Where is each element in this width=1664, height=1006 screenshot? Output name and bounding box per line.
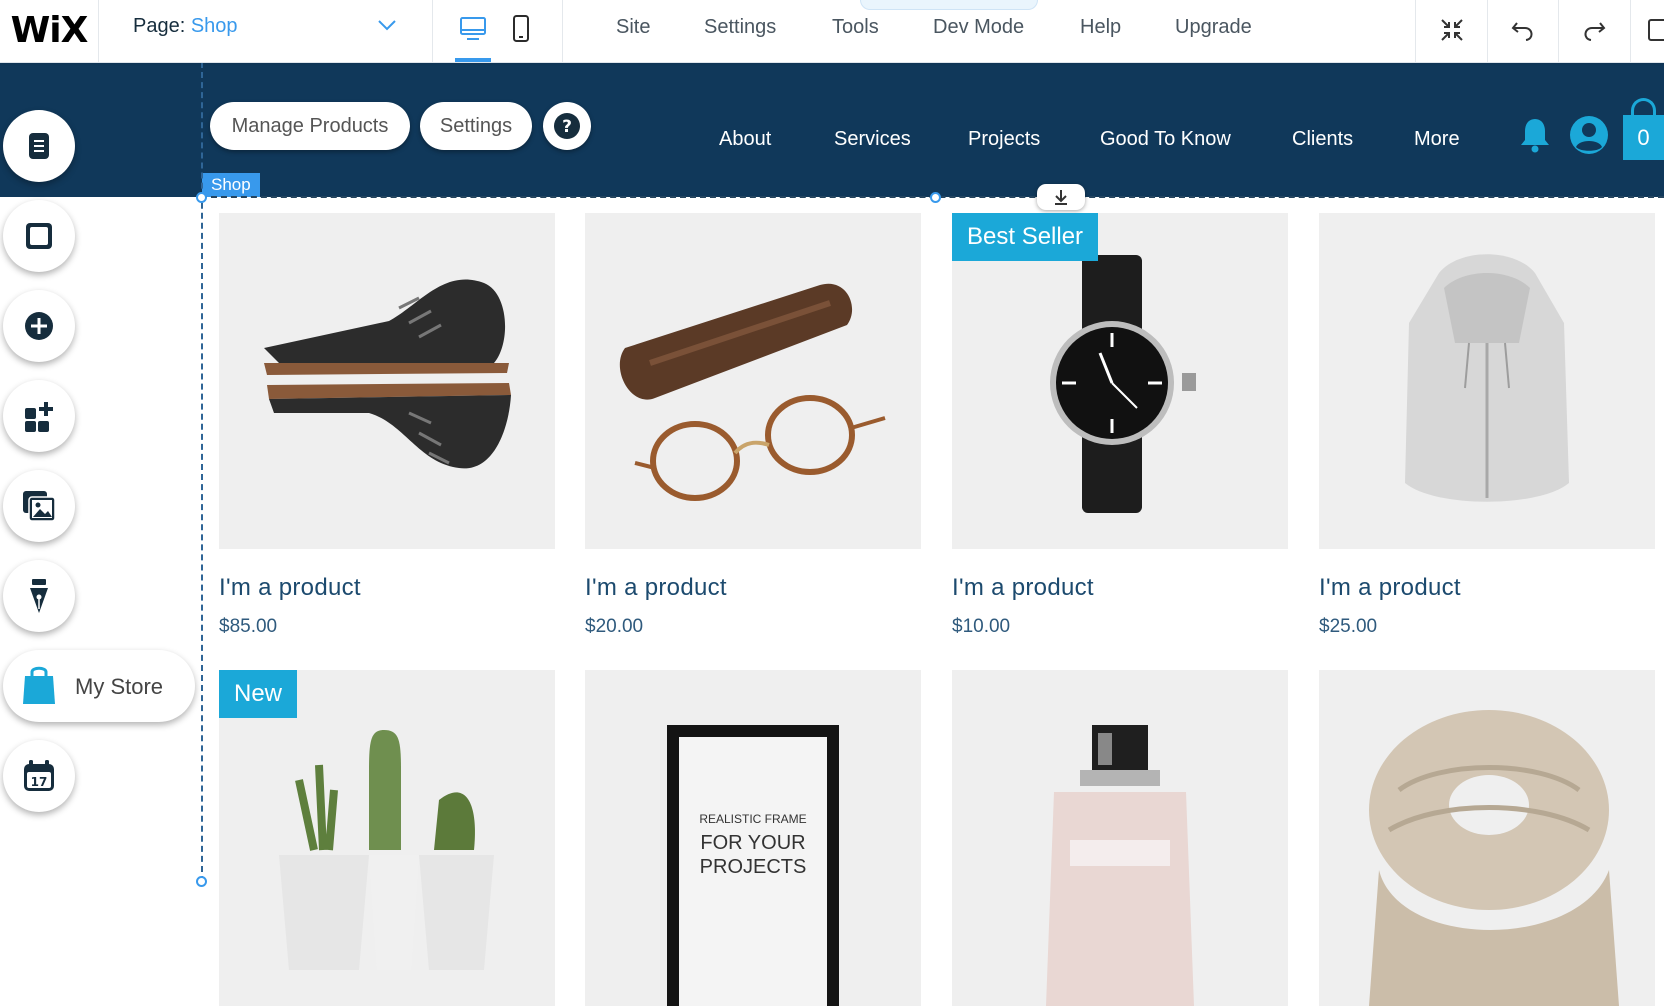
hoodie-illustration bbox=[1405, 254, 1569, 502]
nav-more[interactable]: More bbox=[1414, 128, 1460, 151]
product-image-hoodie[interactable] bbox=[1319, 213, 1655, 549]
frame-text-line: PROJECTS bbox=[699, 856, 807, 878]
frame-text-line: FOR YOUR bbox=[700, 832, 806, 854]
divider bbox=[562, 0, 563, 62]
nav-about[interactable]: About bbox=[719, 128, 771, 151]
menu-settings[interactable]: Settings bbox=[704, 16, 776, 39]
chevron-down-icon[interactable] bbox=[376, 14, 398, 36]
product-name[interactable]: I'm a product bbox=[952, 574, 1094, 602]
product-ribbon: Best Seller bbox=[952, 213, 1099, 261]
pages-icon bbox=[29, 133, 49, 159]
product-image-boots[interactable] bbox=[219, 213, 555, 549]
blog-button[interactable] bbox=[3, 560, 75, 632]
section-label-shop[interactable]: Shop bbox=[202, 173, 260, 197]
cart-button[interactable]: 0 bbox=[1623, 115, 1664, 160]
download-icon bbox=[1055, 190, 1067, 205]
product-image-scarf[interactable] bbox=[1319, 670, 1655, 1006]
watch-illustration bbox=[1050, 255, 1196, 513]
product-image-glasses[interactable] bbox=[585, 213, 921, 549]
scarf-illustration bbox=[1369, 710, 1619, 1006]
product-price: $20.00 bbox=[585, 616, 644, 637]
divider bbox=[98, 0, 99, 62]
my-store-button[interactable]: My Store bbox=[3, 650, 195, 722]
background-icon bbox=[26, 223, 52, 249]
active-device-indicator bbox=[455, 58, 491, 62]
bookings-button[interactable]: 17 bbox=[3, 740, 75, 812]
divider bbox=[1630, 0, 1631, 62]
zoom-out-icon[interactable] bbox=[1435, 13, 1469, 47]
mobile-icon[interactable] bbox=[504, 12, 538, 46]
redo-icon[interactable] bbox=[1577, 13, 1611, 47]
undo-icon[interactable] bbox=[1506, 13, 1540, 47]
nav-good-to-know[interactable]: Good To Know bbox=[1100, 128, 1231, 151]
editor-top-bar: WiX Page: Shop Site Settings Tools Dev M… bbox=[0, 0, 1664, 63]
add-apps-button[interactable] bbox=[3, 380, 75, 452]
menu-tools[interactable]: Tools bbox=[832, 16, 879, 39]
page-selector[interactable]: Page: Shop bbox=[133, 15, 238, 38]
background-button[interactable] bbox=[3, 200, 75, 272]
frame-text: REALISTIC FRAME FOR YOUR PROJECTS bbox=[681, 807, 825, 879]
header-drag-tab[interactable] bbox=[1037, 184, 1085, 210]
product-name[interactable]: I'm a product bbox=[219, 574, 361, 602]
product-image-cactus[interactable]: New bbox=[219, 670, 555, 1006]
product-name[interactable]: I'm a product bbox=[1319, 574, 1461, 602]
menu-site[interactable]: Site bbox=[616, 16, 650, 39]
account-icon[interactable] bbox=[1568, 114, 1610, 156]
perfume-illustration bbox=[1046, 725, 1194, 1006]
svg-text:17: 17 bbox=[31, 775, 48, 789]
product-price: $10.00 bbox=[952, 616, 1011, 637]
add-icon bbox=[25, 312, 53, 340]
manage-products-button[interactable]: Manage Products bbox=[210, 102, 410, 150]
divider bbox=[1415, 0, 1416, 62]
svg-text:?: ? bbox=[562, 117, 572, 137]
desktop-icon[interactable] bbox=[456, 12, 490, 46]
menu-upgrade[interactable]: Upgrade bbox=[1175, 16, 1252, 39]
divider bbox=[1558, 0, 1559, 62]
nav-clients[interactable]: Clients bbox=[1292, 128, 1353, 151]
page-label: Page: bbox=[133, 15, 186, 37]
product-image-watch[interactable]: Best Seller bbox=[952, 213, 1288, 549]
product-price: $25.00 bbox=[1319, 616, 1378, 637]
preview-icon[interactable] bbox=[1645, 13, 1664, 47]
cactus-illustration bbox=[279, 730, 494, 970]
calendar-icon: 17 bbox=[24, 760, 54, 791]
settings-button[interactable]: Settings bbox=[420, 102, 532, 150]
nav-projects[interactable]: Projects bbox=[968, 128, 1040, 151]
product-image-perfume[interactable] bbox=[952, 670, 1288, 1006]
selection-boundary-vertical bbox=[201, 62, 203, 882]
pen-icon bbox=[30, 579, 48, 613]
nav-services[interactable]: Services bbox=[834, 128, 911, 151]
my-store-label: My Store bbox=[75, 674, 164, 699]
media-button[interactable] bbox=[3, 470, 75, 542]
boots-illustration bbox=[264, 279, 511, 469]
divider bbox=[1487, 0, 1488, 62]
product-name[interactable]: I'm a product bbox=[585, 574, 727, 602]
question-icon: ? bbox=[554, 113, 580, 139]
apps-icon bbox=[25, 402, 53, 432]
add-button[interactable] bbox=[3, 290, 75, 362]
top-notch bbox=[860, 0, 1038, 10]
help-button[interactable]: ? bbox=[543, 102, 591, 150]
wix-logo[interactable]: WiX bbox=[0, 6, 98, 54]
media-icon bbox=[23, 491, 56, 522]
product-image-frame[interactable]: REALISTIC FRAME FOR YOUR PROJECTS bbox=[585, 670, 921, 1006]
resize-handle[interactable] bbox=[930, 192, 941, 203]
product-ribbon: New bbox=[219, 670, 298, 718]
resize-handle[interactable] bbox=[196, 876, 207, 887]
glasses-illustration bbox=[619, 283, 886, 501]
page-value: Shop bbox=[190, 15, 238, 37]
frame-text-line: REALISTIC FRAME bbox=[699, 812, 807, 826]
product-price: $85.00 bbox=[219, 616, 278, 637]
menu-dev-mode[interactable]: Dev Mode bbox=[933, 16, 1024, 39]
shopping-bag-icon bbox=[23, 666, 55, 704]
pages-button[interactable] bbox=[3, 110, 75, 182]
divider bbox=[432, 0, 433, 62]
resize-handle[interactable] bbox=[196, 192, 207, 203]
bell-icon[interactable] bbox=[1518, 116, 1552, 154]
menu-help[interactable]: Help bbox=[1080, 16, 1121, 39]
